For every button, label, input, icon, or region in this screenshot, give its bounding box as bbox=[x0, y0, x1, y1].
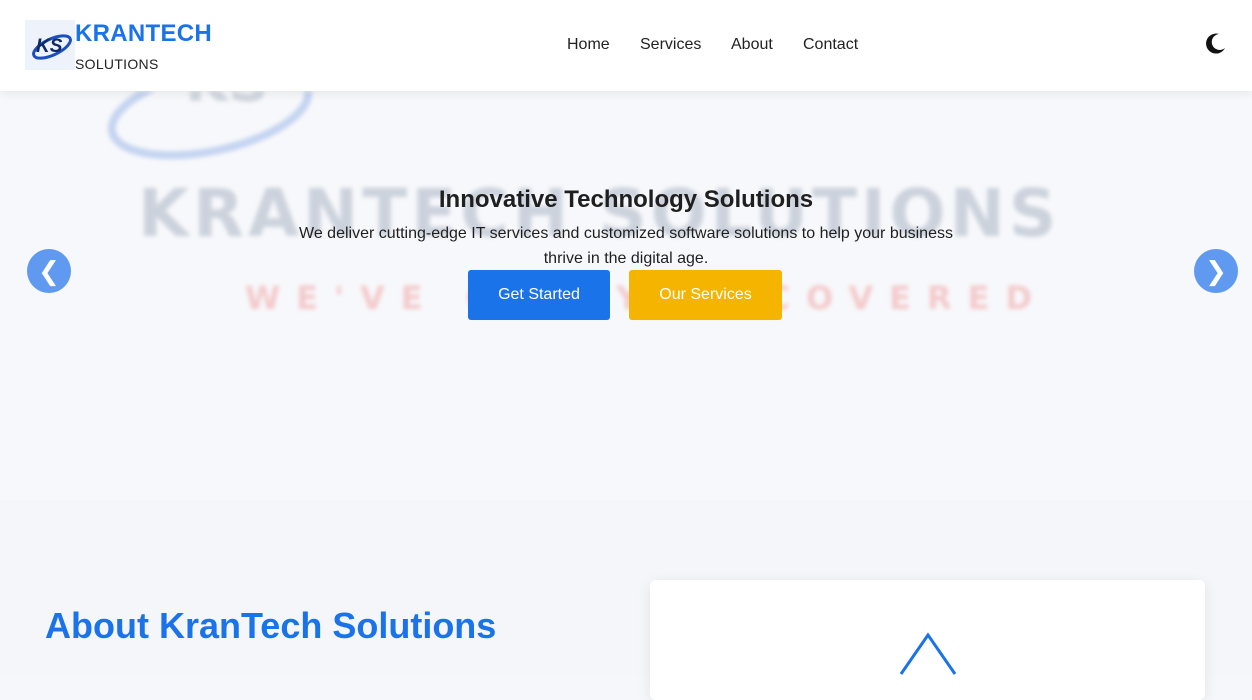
moon-icon[interactable] bbox=[1202, 31, 1228, 57]
triangle-icon bbox=[899, 632, 957, 675]
svg-text:KS: KS bbox=[185, 91, 269, 115]
hero-background-image: KS KRANTECH SOLUTIONS WE'VE GOT YOU COVE… bbox=[107, 91, 1056, 317]
navbar: KS KRANTECH SOLUTIONS Home Services Abou… bbox=[0, 0, 1252, 91]
hero-description: We deliver cutting-edge IT services and … bbox=[299, 225, 953, 267]
carousel-next-button[interactable]: ❯ bbox=[1194, 249, 1238, 293]
get-started-button[interactable]: Get Started bbox=[468, 270, 610, 320]
nav-link-services[interactable]: Services bbox=[640, 36, 701, 54]
hero-title: Innovative Technology Solutions bbox=[438, 186, 814, 213]
about-card bbox=[650, 580, 1205, 700]
chevron-left-icon: ❮ bbox=[38, 256, 60, 286]
main-nav: Home Services About Contact bbox=[0, 36, 1252, 56]
chevron-right-icon: ❯ bbox=[1205, 256, 1227, 286]
hero-carousel: KS KRANTECH SOLUTIONS WE'VE GOT YOU COVE… bbox=[0, 91, 1252, 500]
our-services-button[interactable]: Our Services bbox=[629, 270, 782, 320]
carousel-prev-button[interactable]: ❮ bbox=[27, 249, 71, 293]
nav-link-home[interactable]: Home bbox=[567, 36, 610, 54]
about-title: About KranTech Solutions bbox=[45, 605, 497, 646]
about-section: About KranTech Solutions bbox=[0, 500, 1252, 700]
nav-link-about[interactable]: About bbox=[731, 36, 773, 54]
nav-link-contact[interactable]: Contact bbox=[803, 36, 858, 54]
brand-subtitle: SOLUTIONS bbox=[75, 56, 159, 72]
